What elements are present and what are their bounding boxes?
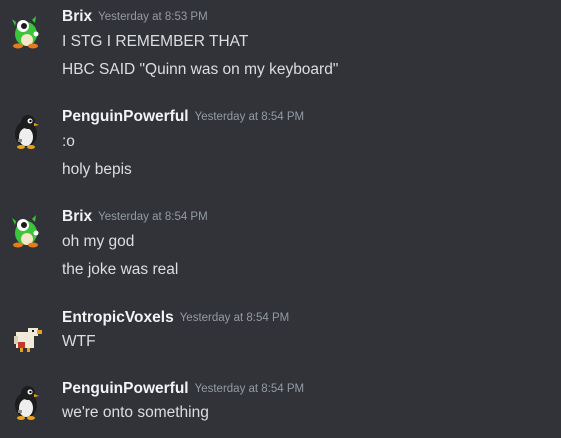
- username[interactable]: Brix: [62, 8, 92, 25]
- avatar[interactable]: [6, 111, 46, 151]
- timestamp[interactable]: Yesterday at 8:54 PM: [98, 211, 208, 223]
- voxel-bird-icon: [14, 328, 42, 352]
- username[interactable]: PenguinPowerful: [62, 108, 189, 125]
- penguin-icon: [15, 386, 39, 420]
- penguin-icon: [15, 115, 39, 149]
- message-text: the joke was real: [62, 261, 179, 278]
- avatar[interactable]: [6, 12, 46, 52]
- timestamp[interactable]: Yesterday at 8:54 PM: [180, 312, 290, 324]
- green-bubble-dragon-icon: [12, 215, 39, 248]
- green-bubble-dragon-icon: [12, 16, 39, 49]
- message-text: holy bepis: [62, 161, 132, 178]
- timestamp[interactable]: Yesterday at 8:53 PM: [98, 11, 208, 23]
- avatar[interactable]: [6, 318, 46, 358]
- message-header: PenguinPowerful Yesterday at 8:54 PM: [62, 379, 304, 399]
- username[interactable]: EntropicVoxels: [62, 309, 174, 326]
- avatar[interactable]: [6, 211, 46, 251]
- message-text: oh my god: [62, 233, 135, 250]
- message-text: WTF: [62, 333, 96, 350]
- message-text: :o: [62, 133, 75, 150]
- message-text: we're onto something: [62, 404, 209, 421]
- message-header: Brix Yesterday at 8:54 PM: [62, 207, 208, 227]
- avatar[interactable]: [6, 382, 46, 422]
- message-header: PenguinPowerful Yesterday at 8:54 PM: [62, 107, 304, 127]
- username[interactable]: Brix: [62, 208, 92, 225]
- timestamp[interactable]: Yesterday at 8:54 PM: [195, 111, 305, 123]
- message-text: I STG I REMEMBER THAT: [62, 33, 249, 50]
- timestamp[interactable]: Yesterday at 8:54 PM: [195, 383, 305, 395]
- message-header: Brix Yesterday at 8:53 PM: [62, 7, 208, 27]
- username[interactable]: PenguinPowerful: [62, 380, 189, 397]
- message-text: HBC SAID "Quinn was on my keyboard": [62, 61, 339, 78]
- message-header: EntropicVoxels Yesterday at 8:54 PM: [62, 308, 289, 328]
